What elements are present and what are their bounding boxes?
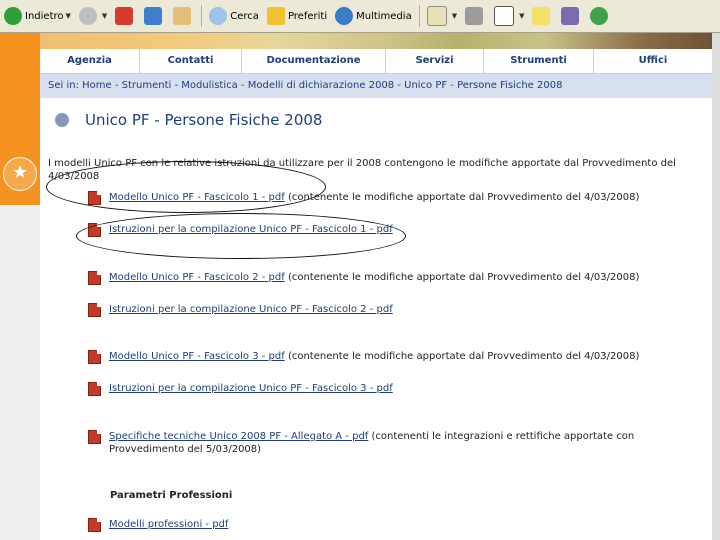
nav-documentazione[interactable]: Documentazione: [242, 49, 386, 73]
globe-icon: [335, 7, 354, 25]
refresh-icon: [144, 7, 163, 25]
printer-icon: [465, 7, 484, 25]
back-label: Indietro: [25, 10, 64, 22]
title-bullet-icon: [55, 113, 69, 127]
forward-button[interactable]: ▼: [75, 3, 111, 29]
annotation-ellipse: [46, 161, 326, 213]
breadcrumb[interactable]: Sei in: Home - Strumenti - Modulistica -…: [40, 74, 712, 98]
page-title: Unico PF - Persone Fisiche 2008: [85, 111, 323, 129]
stop-button[interactable]: [111, 3, 140, 29]
link-description: (contenente le modifiche apportate dal P…: [284, 192, 640, 203]
mail-icon: [426, 6, 447, 26]
main-nav: Agenzia Contatti Documentazione Servizi …: [40, 49, 712, 74]
link-description: (contenente le modifiche apportate dal P…: [284, 351, 640, 362]
link-istruzioni-fascicolo-3[interactable]: Istruzioni per la compilazione Unico PF …: [109, 382, 393, 395]
list-item: Modelli professioni - pdf: [88, 518, 228, 532]
annotation-ellipse: [76, 213, 406, 259]
pdf-icon: [88, 430, 101, 444]
toolbar-divider: [201, 5, 203, 27]
section-title: Parametri Professioni: [110, 490, 233, 501]
refresh-button[interactable]: [140, 3, 169, 29]
chevron-down-icon: ▼: [65, 12, 71, 20]
pdf-icon: [88, 518, 101, 532]
favorites-label: Preferiti: [287, 10, 328, 22]
search-icon: [209, 7, 228, 25]
chevron-down-icon: ▼: [101, 12, 108, 20]
stop-icon: [115, 7, 134, 25]
chevron-down-icon: ▼: [451, 12, 458, 20]
right-margin: [712, 33, 720, 540]
nav-uffici[interactable]: Uffici: [594, 49, 712, 73]
messenger-button[interactable]: [586, 3, 615, 29]
nav-servizi[interactable]: Servizi: [386, 49, 484, 73]
mail-button[interactable]: ▼: [423, 3, 461, 29]
nav-strumenti[interactable]: Strumenti: [484, 49, 594, 73]
print-button[interactable]: [461, 3, 490, 29]
link-modelli-professioni[interactable]: Modelli professioni - pdf: [109, 518, 228, 531]
link-description-continued: Provvedimento del 5/03/2008): [109, 444, 262, 455]
research-button[interactable]: [557, 3, 586, 29]
nav-agenzia[interactable]: Agenzia: [40, 49, 140, 73]
republic-emblem-icon: [3, 157, 37, 191]
link-modello-fascicolo-2[interactable]: Modello Unico PF - Fascicolo 2 - pdf: [109, 272, 285, 283]
left-margin: [0, 33, 40, 540]
list-item: Istruzioni per la compilazione Unico PF …: [88, 382, 393, 396]
pdf-icon: [88, 271, 101, 285]
favorites-button[interactable]: Preferiti: [263, 3, 331, 29]
star-icon: [266, 7, 285, 25]
forward-arrow-icon: [78, 7, 97, 25]
link-modello-fascicolo-3[interactable]: Modello Unico PF - Fascicolo 3 - pdf: [109, 351, 285, 362]
nav-contatti[interactable]: Contatti: [140, 49, 242, 73]
pdf-icon: [88, 382, 101, 396]
back-arrow-icon: [4, 7, 22, 25]
header-banner-image: [40, 33, 712, 49]
document-icon: [494, 6, 515, 26]
pdf-icon: [88, 350, 101, 364]
list-item: Istruzioni per la compilazione Unico PF …: [88, 303, 393, 317]
list-item: Specifiche tecniche Unico 2008 PF - Alle…: [88, 430, 634, 456]
back-button[interactable]: Indietro ▼: [0, 3, 75, 29]
books-icon: [561, 7, 580, 25]
home-icon: [173, 7, 192, 25]
web-page: Agenzia Contatti Documentazione Servizi …: [0, 33, 720, 540]
search-button[interactable]: Cerca: [205, 3, 263, 29]
edit-button[interactable]: ▼: [490, 3, 528, 29]
chevron-down-icon: ▼: [519, 12, 525, 20]
list-item: Modello Unico PF - Fascicolo 3 - pdf (co…: [88, 350, 639, 364]
link-description: (contenenti le integrazioni e rettifiche…: [368, 431, 635, 442]
media-label: Multimedia: [356, 10, 412, 22]
home-button[interactable]: [169, 3, 198, 29]
search-label: Cerca: [230, 10, 259, 22]
list-item: Modello Unico PF - Fascicolo 2 - pdf (co…: [88, 271, 639, 285]
content-area: Agenzia Contatti Documentazione Servizi …: [40, 49, 712, 540]
link-description: (contenente le modifiche apportate dal P…: [284, 272, 640, 283]
link-specifiche-tecniche[interactable]: Specifiche tecniche Unico 2008 PF - Alle…: [109, 431, 368, 442]
toolbar-divider: [418, 5, 420, 27]
media-button[interactable]: Multimedia: [331, 3, 416, 29]
messenger-icon: [590, 7, 609, 25]
pdf-icon: [88, 303, 101, 317]
link-istruzioni-fascicolo-2[interactable]: Istruzioni per la compilazione Unico PF …: [109, 303, 393, 316]
notes-button[interactable]: [528, 3, 557, 29]
browser-toolbar: Indietro ▼ ▼ Cerca Preferiti Multimedia …: [0, 0, 720, 33]
note-icon: [532, 7, 551, 25]
